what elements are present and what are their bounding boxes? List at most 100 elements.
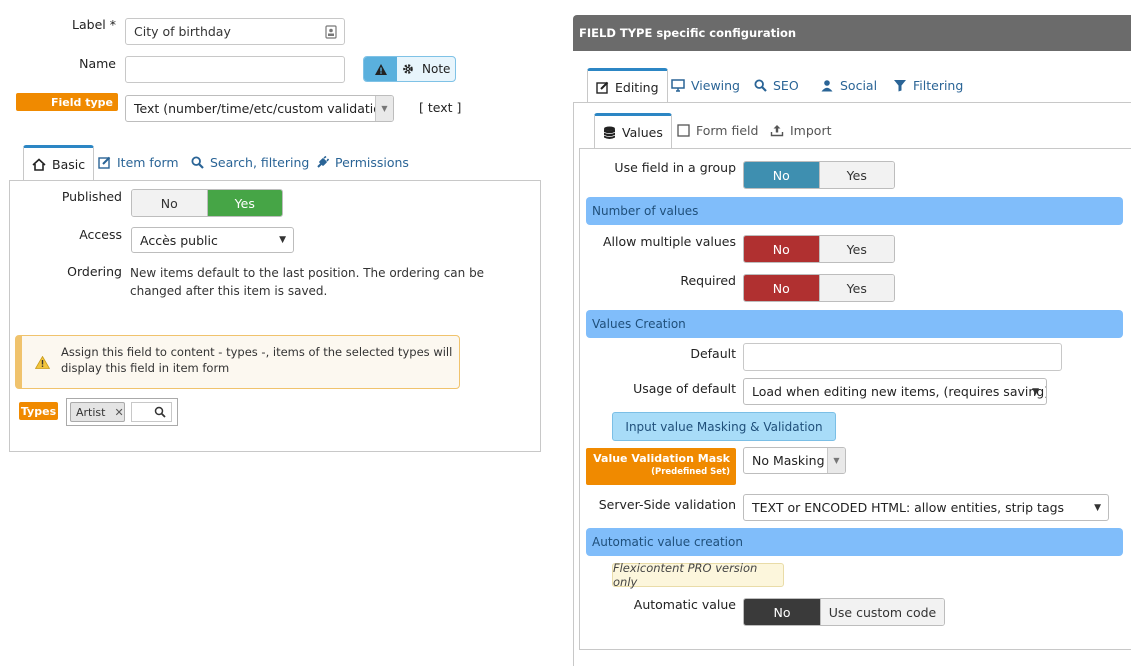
tab-permissions-label: Permissions [335, 155, 409, 170]
section-values-creation: Values Creation [586, 310, 1123, 338]
filter-icon [893, 79, 907, 92]
tab-editing[interactable]: Editing [587, 68, 668, 104]
tab-search-filtering[interactable]: Search, filtering [191, 155, 309, 170]
ordering-label: Ordering [67, 264, 122, 279]
field-type-select[interactable]: Text (number/time/etc/custom validation)… [125, 95, 394, 122]
tab-social-label: Social [840, 78, 878, 93]
tab-filtering[interactable]: Filtering [893, 78, 963, 93]
users-icon [820, 79, 834, 92]
tab-item-form[interactable]: Item form [98, 155, 179, 170]
tab-filtering-label: Filtering [913, 78, 964, 93]
automatic-value-label: Automatic value [633, 597, 736, 612]
mask-select[interactable]: No Masking ▼ [743, 447, 846, 474]
tab-search-filtering-label: Search, filtering [210, 155, 310, 170]
automatic-value-custom[interactable]: Use custom code [820, 599, 944, 625]
tab-permissions[interactable]: Permissions [315, 155, 409, 170]
ordering-text: New items default to the last position. … [130, 264, 510, 300]
tab-seo-label: SEO [773, 78, 799, 93]
allow-multiple-toggle[interactable]: No Yes [743, 235, 895, 263]
monitor-icon [671, 79, 685, 92]
default-input[interactable] [743, 343, 1062, 371]
section-number-of-values: Number of values [586, 197, 1123, 225]
assign-alert: Assign this field to content - types -, … [15, 335, 460, 389]
automatic-value-no[interactable]: No [744, 599, 820, 625]
subtab-values-label: Values [622, 125, 663, 140]
caret-down-icon: ▼ [1094, 502, 1101, 513]
database-icon [603, 126, 616, 140]
required-no[interactable]: No [744, 275, 819, 301]
search-icon [754, 79, 767, 92]
use-group-yes[interactable]: Yes [818, 162, 894, 188]
subtab-form-field[interactable]: Form field [677, 123, 758, 138]
upload-icon [770, 124, 784, 137]
search-icon [191, 156, 204, 169]
use-group-label: Use field in a group [614, 160, 736, 175]
types-selector[interactable]: Artist ✕ [66, 398, 178, 426]
note-button[interactable]: Note [363, 56, 456, 82]
edit-icon [98, 156, 111, 169]
allow-multiple-no[interactable]: No [744, 236, 819, 262]
mask-badge-title: Value Validation Mask [593, 452, 730, 465]
remove-icon[interactable]: ✕ [114, 406, 123, 419]
allow-multiple-yes[interactable]: Yes [818, 236, 894, 262]
usage-default-select[interactable]: Load when editing new items, (requires s… [743, 378, 1047, 405]
label-input[interactable]: City of birthday [125, 18, 345, 45]
masking-validation-button[interactable]: Input value Masking & Validation [612, 412, 836, 441]
mask-value: No Masking [752, 453, 825, 468]
required-toggle[interactable]: No Yes [743, 274, 895, 302]
name-input[interactable] [125, 56, 345, 83]
access-select[interactable]: Accès public ▼ [131, 227, 294, 253]
alert-text-line1: Assign this field to content - types -, … [61, 345, 453, 359]
field-type-badge: Field type [16, 93, 118, 111]
right-tabs: Editing Viewing SEO Social Filtering [573, 68, 1131, 104]
label-input-value: City of birthday [134, 24, 231, 39]
published-toggle[interactable]: No Yes [131, 189, 283, 217]
mask-badge: Value Validation Mask (Predefined Set) [586, 448, 736, 485]
name-label: Name [79, 56, 116, 71]
published-yes[interactable]: Yes [206, 190, 282, 216]
required-yes[interactable]: Yes [818, 275, 894, 301]
warning-icon [35, 356, 50, 369]
caret-down-icon: ▼ [1032, 386, 1039, 397]
use-group-no[interactable]: No [744, 162, 819, 188]
tab-viewing[interactable]: Viewing [671, 78, 740, 93]
tab-seo[interactable]: SEO [754, 78, 799, 93]
usage-default-label: Usage of default [633, 381, 736, 396]
types-search-input[interactable] [131, 402, 172, 422]
type-chip: Artist ✕ [70, 402, 125, 422]
access-label: Access [79, 227, 122, 242]
tab-basic[interactable]: Basic [23, 145, 95, 181]
subtab-values[interactable]: Values [594, 113, 672, 149]
tab-basic-label: Basic [52, 157, 86, 172]
default-label: Default [690, 346, 736, 361]
pro-version-note: Flexicontent PRO version only [612, 561, 784, 589]
caret-down-icon: ▼ [833, 456, 840, 465]
subtab-import-label: Import [790, 123, 832, 138]
allow-multiple-label: Allow multiple values [602, 234, 736, 249]
checkbox-icon [677, 124, 690, 137]
type-chip-label: Artist [76, 405, 106, 419]
field-type-code: [ text ] [419, 100, 462, 115]
subtab-form-field-label: Form field [696, 123, 759, 138]
usage-default-value: Load when editing new items, (requires s… [752, 384, 1047, 399]
left-tabs: Basic Item form Search, filtering Permis… [10, 145, 541, 181]
server-validation-value: TEXT or ENCODED HTML: allow entities, st… [752, 500, 1065, 515]
published-no[interactable]: No [132, 190, 207, 216]
tab-social[interactable]: Social [820, 78, 877, 93]
automatic-value-toggle[interactable]: No Use custom code [743, 598, 945, 626]
subtab-import[interactable]: Import [770, 123, 832, 138]
published-label: Published [61, 189, 122, 204]
server-validation-select[interactable]: TEXT or ENCODED HTML: allow entities, st… [743, 494, 1109, 521]
warning-icon [374, 63, 387, 75]
tab-viewing-label: Viewing [691, 78, 740, 93]
tab-item-form-label: Item form [117, 155, 179, 170]
types-badge: Types [19, 402, 58, 420]
label-label: Label * [72, 17, 116, 32]
ordering-text-line2: changed after this item is saved. [130, 284, 328, 298]
section-automatic-value: Automatic value creation [586, 528, 1123, 556]
right-panel-header: FIELD TYPE specific configuration [573, 15, 1131, 51]
edit-icon [596, 81, 609, 94]
use-group-toggle[interactable]: No Yes [743, 161, 895, 189]
server-validation-label: Server-Side validation [598, 497, 736, 512]
plug-icon [315, 155, 329, 170]
